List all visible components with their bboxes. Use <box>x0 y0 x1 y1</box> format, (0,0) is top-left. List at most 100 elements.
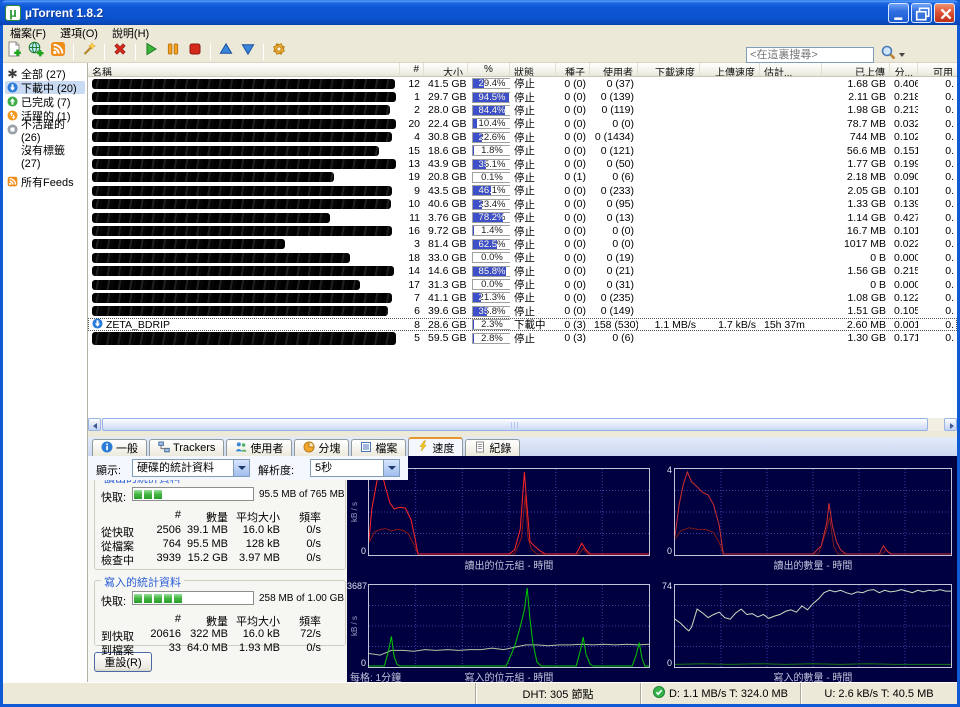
remove-button[interactable] <box>109 42 131 62</box>
window-title: µTorrent 1.8.2 <box>25 6 103 20</box>
menu-item[interactable]: 選項(O) <box>53 24 105 42</box>
combo-arrow-icon[interactable] <box>233 460 249 476</box>
table-row[interactable]: 559.5 GB2.8%2.8%停止0 (3)0 (6)1.30 GB0.171… <box>88 331 957 344</box>
menu-item[interactable]: 說明(H) <box>105 24 156 42</box>
progress-block <box>144 490 152 499</box>
cell-name <box>88 159 400 169</box>
search-dropdown-icon[interactable] <box>899 53 905 57</box>
cell-ratio: 0.001 <box>890 319 918 331</box>
tab-label: 一般 <box>116 440 138 456</box>
add-url-button[interactable] <box>25 42 47 62</box>
move-down-button[interactable] <box>237 42 259 62</box>
progress-block <box>164 594 172 603</box>
tab-speed[interactable]: 速度 <box>408 437 463 456</box>
column-header[interactable]: 名稱 <box>88 63 400 76</box>
tab-files[interactable]: 檔案 <box>351 439 406 456</box>
column-header[interactable]: 大小 <box>424 63 468 76</box>
table-row[interactable]: 2022.4 GB10.4%10.4%停止0 (0)0 (0)78.7 MB0.… <box>88 117 957 130</box>
cell-peers: 0 (119) <box>590 104 638 116</box>
rss-button[interactable] <box>47 42 69 62</box>
stats-header: # <box>146 613 181 629</box>
minimize-button[interactable] <box>888 3 909 23</box>
table-row[interactable]: ZETA_BDRIP828.6 GB2.3%2.3%下載中0 (3)158 (5… <box>88 318 957 331</box>
cell-ratio: 0.199 <box>890 158 918 170</box>
tab-pieces[interactable]: 分塊 <box>294 439 349 456</box>
stats-header: 頻率 <box>280 509 321 525</box>
restore-button[interactable] <box>911 3 932 23</box>
preferences-button[interactable] <box>268 42 290 62</box>
table-row[interactable]: 1414.6 GB85.8%85.8%停止0 (0)0 (21)1.56 GB0… <box>88 264 957 277</box>
tab-label: 紀錄 <box>489 440 511 456</box>
table-row[interactable]: 1833.0 GB0.0%0.0%停止0 (0)0 (19)0 B0.0000. <box>88 251 957 264</box>
category-sidebar: 全部 (27)下載中 (20)已完成 (7)活躍的 (1)不活躍的 (26)沒有… <box>3 63 88 682</box>
scroll-left-button[interactable] <box>88 418 101 431</box>
sidebar-item[interactable]: 全部 (27) <box>5 67 85 80</box>
table-row[interactable]: 169.72 GB1.4%1.4%停止0 (0)0 (0)16.7 MB0.10… <box>88 224 957 237</box>
table-row[interactable]: 1040.6 GB23.4%23.4%停止0 (0)0 (95)1.33 GB0… <box>88 198 957 211</box>
combo-arrow-icon[interactable] <box>383 460 399 476</box>
table-row[interactable]: 129.7 GB94.5%94.5%停止0 (0)0 (139)2.11 GB0… <box>88 90 957 103</box>
sidebar-item[interactable]: 已完成 (7) <box>5 95 85 108</box>
table-row[interactable]: 1241.5 GB29.4%29.4%停止0 (0)0 (37)1.68 GB0… <box>88 77 957 90</box>
table-row[interactable]: 381.4 GB62.5%62.5%停止0 (0)0 (0)1017 MB0.0… <box>88 238 957 251</box>
scroll-right-button[interactable] <box>944 418 957 431</box>
resolution-select[interactable]: 5秒 <box>310 459 400 477</box>
progress-text-inverse: 35.8% <box>473 307 487 316</box>
table-row[interactable]: 113.76 GB78.2%78.2%停止0 (0)0 (13)1.14 GB0… <box>88 211 957 224</box>
cell-peers: 0 (6) <box>590 171 638 183</box>
tab-peers[interactable]: 使用者 <box>226 439 292 456</box>
sidebar-item[interactable]: 所有Feeds <box>5 175 85 188</box>
pause-button[interactable] <box>162 42 184 62</box>
horizontal-scrollbar[interactable] <box>88 418 957 431</box>
stop-button[interactable] <box>184 42 206 62</box>
stats-value: 0/s <box>280 552 321 568</box>
sidebar-item[interactable]: 下載中 (20) <box>5 81 85 94</box>
column-header[interactable]: 使用者 <box>590 63 638 76</box>
move-up-button[interactable] <box>215 42 237 62</box>
table-row[interactable]: 943.5 GB46.1%46.1%停止0 (0)0 (233)2.05 GB0… <box>88 184 957 197</box>
stats-source-select[interactable]: 硬碟的統計資料 <box>132 459 250 477</box>
column-header[interactable]: 下載速度 <box>638 63 700 76</box>
sidebar-item[interactable]: 沒有標籤 (27) <box>5 149 85 162</box>
graph-write-count <box>674 584 952 668</box>
cell-peers: 0 (0) <box>590 238 638 250</box>
tab-trackers[interactable]: Trackers <box>149 439 224 456</box>
graph-ymax-label: 74 <box>653 581 672 591</box>
table-row[interactable]: 430.8 GB22.6%22.6%停止0 (0)0 (1434)744 MB0… <box>88 131 957 144</box>
create-torrent-button[interactable] <box>78 42 100 62</box>
column-header[interactable]: # <box>400 63 424 76</box>
column-header[interactable]: 估計... <box>760 63 822 76</box>
menu-item[interactable]: 檔案(F) <box>3 24 53 42</box>
column-header[interactable]: 分... <box>890 63 918 76</box>
search-input[interactable] <box>746 47 874 63</box>
column-header[interactable]: 可用 <box>918 63 957 76</box>
read-stats-group: 讀出的統計資料快取:95.5 MB of 765 MB#數量平均大小頻率從快取2… <box>94 476 346 570</box>
table-row[interactable]: 741.1 GB21.3%21.3%停止0 (0)0 (235)1.08 GB0… <box>88 291 957 304</box>
cell-uploaded: 56.6 MB <box>822 145 890 157</box>
add-url-icon <box>28 41 44 62</box>
tab-general[interactable]: 一般 <box>92 439 147 456</box>
start-button[interactable] <box>140 42 162 62</box>
table-row[interactable]: 1343.9 GB35.1%35.1%停止0 (0)0 (50)1.77 GB0… <box>88 157 957 170</box>
tab-logger[interactable]: 紀錄 <box>465 439 520 456</box>
sidebar-item[interactable]: 不活躍的 (26) <box>5 123 85 136</box>
title-bar[interactable]: µ µTorrent 1.8.2 <box>0 0 960 25</box>
column-header[interactable]: % <box>468 63 510 76</box>
cell-ratio: 0.427 <box>890 212 918 224</box>
table-row[interactable]: 1920.8 GB0.1%0.1%停止0 (1)0 (6)2.18 MB0.09… <box>88 171 957 184</box>
cache-usage-text: 95.5 MB of 765 MB <box>259 489 345 500</box>
column-header[interactable]: 種子 <box>556 63 590 76</box>
cell-avail: 0. <box>918 145 957 157</box>
table-row[interactable]: 639.6 GB35.8%35.8%停止0 (0)0 (149)1.51 GB0… <box>88 305 957 318</box>
cell-uploaded: 2.18 MB <box>822 171 890 183</box>
column-header[interactable]: 已上傳 <box>822 63 890 76</box>
close-button[interactable] <box>934 3 955 23</box>
scrollbar-thumb[interactable] <box>102 418 928 431</box>
cell-peers: 0 (50) <box>590 158 638 170</box>
column-header[interactable]: 狀態 <box>510 63 556 76</box>
table-row[interactable]: 228.0 GB84.4%84.4%停止0 (0)0 (119)1.98 GB0… <box>88 104 957 117</box>
table-row[interactable]: 1731.3 GB0.0%0.0%停止0 (0)0 (31)0 B0.0000. <box>88 278 957 291</box>
table-row[interactable]: 1518.6 GB1.8%1.8%停止0 (0)0 (121)56.6 MB0.… <box>88 144 957 157</box>
add-torrent-button[interactable] <box>3 42 25 62</box>
column-header[interactable]: 上傳速度 <box>700 63 760 76</box>
